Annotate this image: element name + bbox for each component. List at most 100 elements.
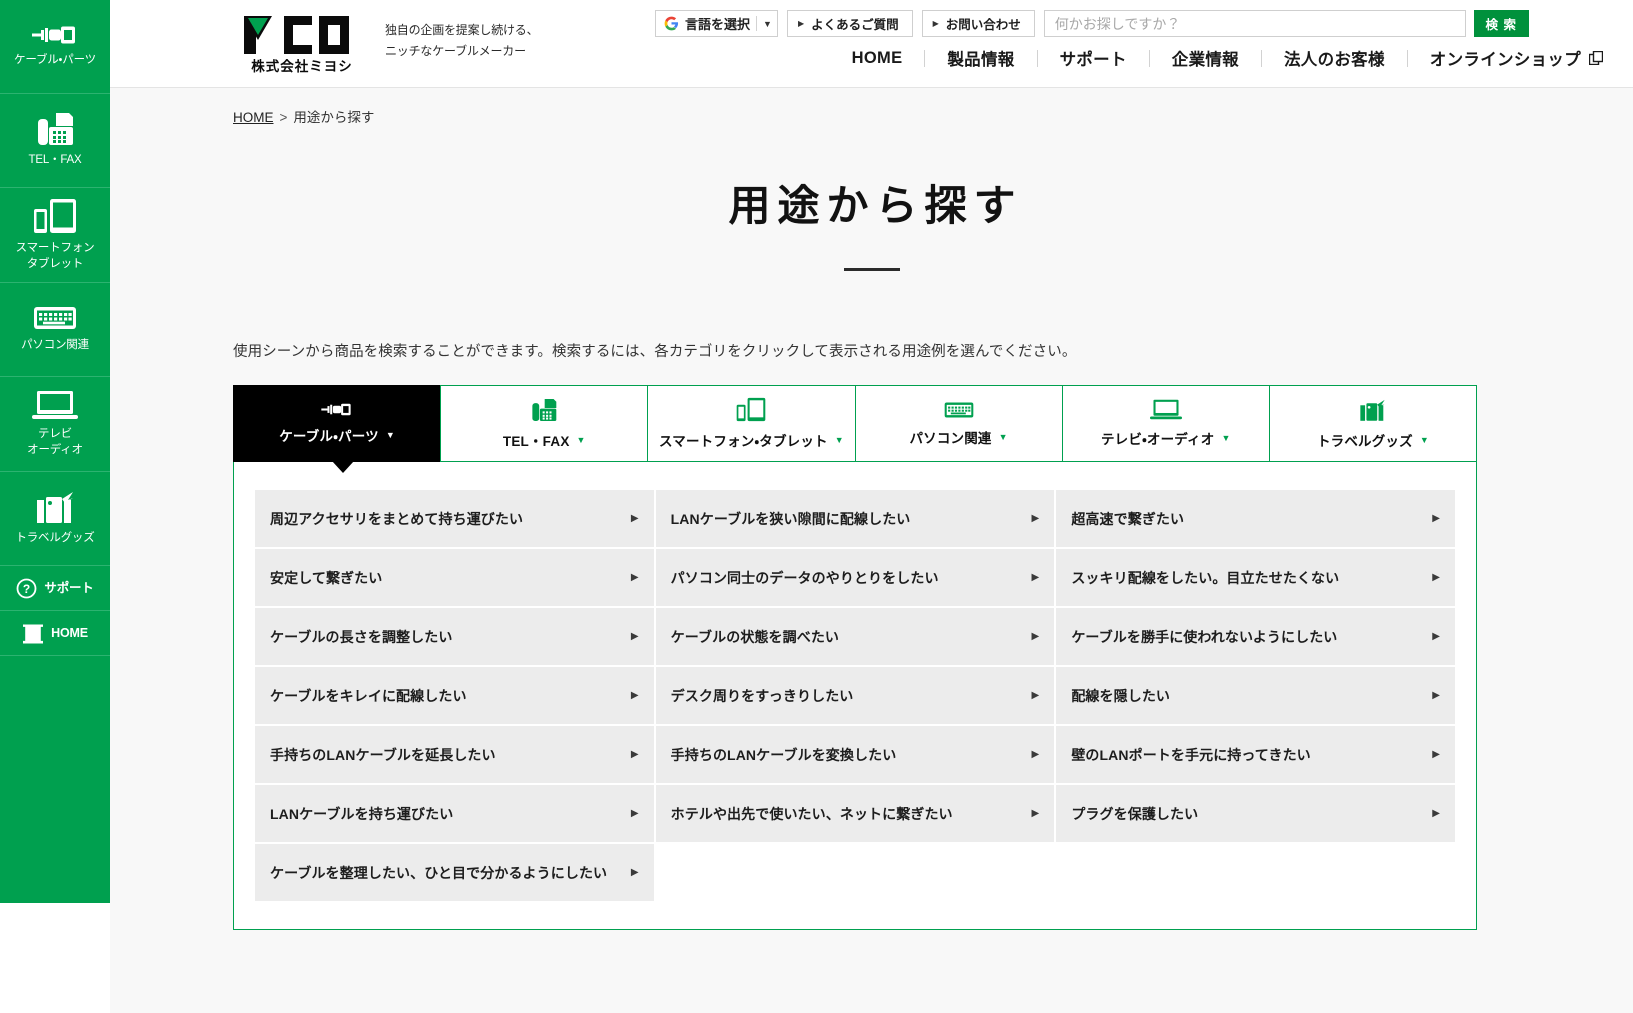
use-case-item[interactable]: ケーブルを整理したい、ひと目で分かるようにしたい ▶ — [255, 844, 654, 901]
use-case-empty-cell — [1056, 844, 1455, 901]
use-case-label: ケーブルをキレイに配線したい — [270, 687, 467, 704]
triangle-right-icon: ▶ — [630, 571, 639, 583]
use-case-item[interactable]: 配線を隠したい ▶ — [1056, 667, 1455, 724]
tab-smartphone-tablet[interactable]: スマートフォン・タブレット ▼ — [647, 385, 855, 462]
brand-logo[interactable]: 株式会社ミヨシ 独自の企画を提案し続ける、 ニッチなケーブルメーカー — [243, 13, 539, 75]
nav-item-home[interactable]: HOME — [830, 49, 925, 68]
page-right-column: 株式会社ミヨシ 独自の企画を提案し続ける、 ニッチなケーブルメーカー 言語を選択… — [110, 0, 1633, 1013]
use-case-item[interactable]: 周辺アクセサリをまとめて持ち運びたい ▶ — [255, 490, 654, 547]
triangle-right-icon: ▶ — [1031, 807, 1040, 819]
external-link-icon — [1588, 50, 1604, 66]
monitor-icon — [1149, 399, 1182, 420]
category-tabs: ケーブル・パーツ ▼ TEL・FAX ▼ スマートフォン・タブレット ▼ パソコ… — [233, 385, 1478, 462]
use-case-label: ケーブルの長さを調整したい — [270, 628, 453, 645]
keyboard-icon — [944, 401, 974, 419]
use-case-label: LANケーブルを持ち運びたい — [270, 805, 454, 822]
brand-tagline: 独自の企画を提案し続ける、 ニッチなケーブルメーカー — [385, 23, 539, 58]
triangle-right-icon: ▶ — [630, 630, 639, 642]
sidebar-item-pc-related[interactable]: パソコン関連 — [0, 283, 110, 377]
site-header: 株式会社ミヨシ 独自の企画を提案し続ける、 ニッチなケーブルメーカー 言語を選択… — [110, 0, 1633, 88]
nav-item-products[interactable]: 製品情報 — [925, 46, 1036, 70]
tab-label: トラベルグッズ — [1316, 433, 1413, 449]
main-navigation: HOME 製品情報 サポート 企業情報 法人のお客様 オンラインショップ — [830, 46, 1611, 70]
tab-label: テレビ・オーディオ — [1100, 432, 1215, 447]
chevron-down-icon: ▼ — [1419, 434, 1429, 445]
use-case-item[interactable]: ホテルや出先で使いたい、ネットに繋ぎたい ▶ — [655, 785, 1055, 842]
use-case-item[interactable]: ケーブルの状態を調べたい ▶ — [655, 608, 1055, 665]
use-case-item[interactable]: ケーブルを勝手に使われないようにしたい ▶ — [1056, 608, 1455, 665]
use-case-item[interactable]: 手持ちのLANケーブルを延長したい ▶ — [255, 726, 654, 783]
use-case-item[interactable]: LANケーブルを狭い隙間に配線したい ▶ — [655, 490, 1055, 547]
faq-button[interactable]: ▶ よくあるご質問 — [786, 10, 913, 37]
use-case-label: ホテルや出先で使いたい、ネットに繋ぎたい — [670, 805, 953, 822]
sidebar-item-tv-audio[interactable]: テレビ オーディオ — [0, 377, 110, 472]
mco-logo-icon: 株式会社ミヨシ — [243, 13, 361, 75]
use-case-item[interactable]: ケーブルをキレイに配線したい ▶ — [255, 667, 654, 724]
tab-cable-parts[interactable]: ケーブル・パーツ ▼ — [233, 385, 441, 462]
tab-label: ケーブル・パーツ — [279, 429, 379, 444]
nav-item-business[interactable]: 法人のお客様 — [1262, 46, 1407, 70]
tab-label: パソコン関連 — [909, 430, 992, 446]
tab-pc-related[interactable]: パソコン関連 ▼ — [854, 385, 1062, 462]
triangle-right-icon: ▶ — [1432, 689, 1440, 701]
search-button[interactable]: 検 索 — [1473, 10, 1529, 37]
sidebar-item-label: スマートフォン タブレット — [15, 241, 95, 270]
use-case-label: ケーブルを整理したい、ひと目で分かるようにしたい — [270, 864, 608, 881]
triangle-right-icon: ▶ — [630, 866, 639, 878]
use-case-item[interactable]: 超高速で繋ぎたい ▶ — [1056, 490, 1455, 547]
tab-label-wrap: スマートフォン・タブレット ▼ — [659, 430, 844, 450]
use-case-empty-cell — [656, 844, 1055, 901]
chevron-down-icon[interactable]: ▼ — [763, 19, 772, 29]
sidebar-item-cable-parts[interactable]: ケーブル・パーツ — [0, 0, 110, 94]
chevron-down-icon: ▼ — [385, 430, 395, 440]
contact-label: お問い合わせ — [945, 18, 1021, 32]
tab-label-wrap: テレビ・オーディオ ▼ — [1101, 428, 1231, 448]
sidebar-item-support[interactable]: ? サポート — [0, 566, 110, 611]
cable-icon — [32, 24, 78, 46]
sidebar-item-tel-fax[interactable]: TEL・FAX — [0, 94, 110, 188]
breadcrumb-separator: > — [279, 110, 288, 125]
nav-item-support[interactable]: サポート — [1038, 46, 1149, 70]
header-utility-bar: 言語を選択 ▼ ▶ よくあるご質問 ▶ お問い合わせ 検 索 — [655, 10, 1529, 37]
use-case-item[interactable]: 手持ちのLANケーブルを変換したい ▶ — [655, 726, 1055, 783]
use-case-item[interactable]: 安定して繋ぎたい ▶ — [255, 549, 654, 606]
search-input[interactable] — [1043, 10, 1466, 37]
use-case-label: プラグを保護したい — [1071, 805, 1199, 822]
breadcrumb: HOME > 用途から探す — [110, 88, 1633, 126]
language-select[interactable]: 言語を選択 ▼ — [655, 10, 778, 37]
suitcase-icon — [1359, 398, 1386, 422]
faq-label: よくあるご質問 — [811, 18, 899, 32]
chevron-down-icon: ▼ — [1221, 433, 1231, 443]
tab-travel-goods[interactable]: トラベルグッズ ▼ — [1268, 385, 1478, 462]
chevron-down-icon: ▼ — [998, 431, 1008, 442]
triangle-right-icon: ▶ — [1432, 571, 1440, 583]
question-circle-icon: ? — [16, 578, 37, 599]
triangle-right-icon: ▶ — [1031, 689, 1040, 701]
use-case-item[interactable]: 壁のLANポートを手元に持ってきたい ▶ — [1056, 726, 1455, 783]
use-case-label: 壁のLANポートを手元に持ってきたい — [1071, 746, 1311, 763]
use-case-item[interactable]: スッキリ配線をしたい。目立たせたくない ▶ — [1056, 549, 1455, 606]
tab-label-wrap: パソコン関連 ▼ — [909, 427, 1007, 447]
sidebar-item-label: TEL・FAX — [28, 154, 82, 167]
nav-item-company[interactable]: 企業情報 — [1150, 46, 1261, 70]
use-case-item[interactable]: ケーブルの長さを調整したい ▶ — [255, 608, 654, 665]
tab-label: スマートフォン・タブレット — [658, 434, 828, 449]
use-case-item[interactable]: プラグを保護したい ▶ — [1056, 785, 1455, 842]
use-case-item[interactable]: デスク周りをすっきりしたい ▶ — [655, 667, 1055, 724]
sidebar-item-travel-goods[interactable]: トラベルグッズ — [0, 472, 110, 566]
use-case-item[interactable]: パソコン同士のデータのやりとりをしたい ▶ — [655, 549, 1055, 606]
triangle-right-icon: ▶ — [630, 807, 639, 819]
tab-tv-audio[interactable]: テレビ・オーディオ ▼ — [1061, 385, 1269, 462]
nav-item-online-shop-label: オンラインショップ — [1429, 51, 1581, 69]
nav-item-online-shop[interactable]: オンラインショップ — [1408, 46, 1611, 70]
use-case-label: 超高速で繋ぎたい — [1071, 510, 1185, 527]
triangle-right-icon: ▶ — [630, 689, 639, 701]
contact-button[interactable]: ▶ お問い合わせ — [921, 10, 1035, 37]
sidebar-item-label: サポート — [44, 580, 94, 595]
use-case-item[interactable]: LANケーブルを持ち運びたい ▶ — [255, 785, 654, 842]
use-case-label: スッキリ配線をしたい。目立たせたくない — [1071, 569, 1340, 586]
tab-tel-fax[interactable]: TEL・FAX ▼ — [440, 385, 648, 462]
breadcrumb-home[interactable]: HOME — [233, 110, 274, 125]
sidebar-item-smartphone-tablet[interactable]: スマートフォン タブレット — [0, 188, 110, 283]
sidebar-item-home[interactable]: HOME — [0, 611, 110, 656]
